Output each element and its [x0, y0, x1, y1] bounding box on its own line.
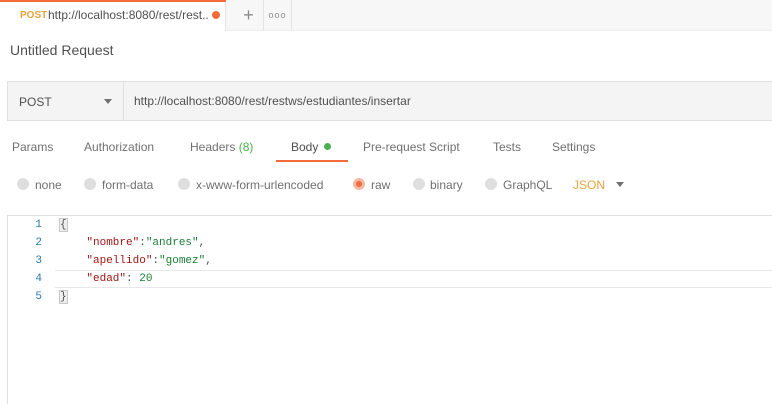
radio-graphql[interactable] — [485, 178, 497, 190]
radio-graphql-label: GraphQL — [503, 178, 553, 192]
chevron-down-icon[interactable] — [616, 182, 624, 187]
json-string: "gomez" — [159, 255, 206, 267]
radio-none-label: none — [35, 178, 62, 192]
line-number: 2 — [35, 237, 42, 249]
json-number: 20 — [139, 273, 153, 285]
json-colon: : — [139, 237, 146, 249]
http-method-value: POST — [19, 95, 52, 109]
code-line: 3 "apellido":"gomez", — [8, 252, 772, 270]
radio-urlencoded[interactable] — [178, 178, 190, 190]
request-tab-strip: POST http://localhost:8080/rest/rest... … — [0, 0, 772, 31]
request-tab[interactable]: POST http://localhost:8080/rest/rest... — [0, 0, 226, 31]
active-tab-indicator — [0, 0, 226, 2]
tab-prerequest-script[interactable]: Pre-request Script — [363, 140, 460, 154]
json-string: "andres" — [145, 237, 199, 249]
radio-raw[interactable] — [353, 178, 365, 190]
line-number: 4 — [35, 273, 42, 285]
code-text: "edad": 20 — [60, 273, 152, 285]
line-number: 5 — [35, 291, 42, 303]
tab-title: http://localhost:8080/rest/rest... — [48, 8, 208, 22]
tab-authorization[interactable]: Authorization — [84, 140, 154, 154]
json-comma: , — [198, 237, 206, 249]
active-tab-underline — [276, 160, 348, 162]
code-text: { — [59, 218, 68, 232]
tab-body[interactable]: Body — [291, 140, 332, 154]
radio-raw-label: raw — [371, 178, 391, 192]
radio-binary[interactable] — [413, 178, 425, 190]
request-name[interactable]: Untitled Request — [10, 42, 114, 58]
json-comma: , — [205, 255, 212, 267]
body-active-dot-icon — [324, 143, 332, 150]
headers-count-badge: (8) — [238, 140, 254, 154]
radio-form-data-label: form-data — [102, 178, 154, 192]
unsaved-changes-dot-icon — [212, 11, 220, 19]
more-horizontal-icon: ooo — [268, 10, 287, 20]
chevron-down-icon — [104, 99, 112, 104]
code-text: } — [59, 290, 68, 304]
json-brace: } — [59, 290, 68, 304]
tab-settings[interactable]: Settings — [552, 140, 595, 154]
json-colon: : — [126, 273, 140, 285]
tab-params[interactable]: Params — [12, 140, 53, 154]
tab-tests[interactable]: Tests — [493, 140, 521, 154]
code-line: 4 "edad": 20 — [8, 270, 772, 288]
radio-urlencoded-label: x-www-form-urlencoded — [196, 178, 324, 192]
tab-method-label: POST — [20, 10, 48, 21]
tab-options-button[interactable]: ooo — [264, 0, 292, 30]
line-number: 1 — [35, 219, 42, 231]
line-number: 3 — [35, 255, 42, 267]
body-code-editor[interactable]: 1 { 2 "nombre":"andres", 3 "apellido":"g… — [7, 215, 772, 404]
tab-body-label: Body — [291, 140, 319, 154]
json-key: "edad" — [86, 273, 127, 285]
json-brace: { — [59, 218, 68, 232]
url-bar: POST http://localhost:8080/rest/restws/e… — [7, 81, 772, 121]
plus-icon: + — [243, 4, 254, 25]
code-text: "apellido":"gomez", — [60, 255, 212, 267]
tab-headers-label: Headers — [190, 140, 236, 154]
code-line: 1 { — [8, 216, 772, 234]
code-text: "nombre":"andres", — [60, 237, 205, 249]
radio-none[interactable] — [17, 178, 29, 190]
radio-binary-label: binary — [430, 178, 463, 192]
json-key: "nombre" — [86, 237, 140, 249]
tab-headers[interactable]: Headers (8) — [190, 140, 253, 154]
url-input[interactable]: http://localhost:8080/rest/restws/estudi… — [134, 94, 411, 108]
code-line: 5 } — [8, 288, 772, 306]
radio-form-data[interactable] — [84, 178, 96, 190]
body-language-select[interactable]: JSON — [573, 178, 605, 192]
json-key: "apellido" — [86, 255, 153, 267]
new-tab-button[interactable]: + — [234, 0, 264, 30]
http-method-select[interactable]: POST — [8, 82, 124, 120]
code-line: 2 "nombre":"andres", — [8, 234, 772, 252]
